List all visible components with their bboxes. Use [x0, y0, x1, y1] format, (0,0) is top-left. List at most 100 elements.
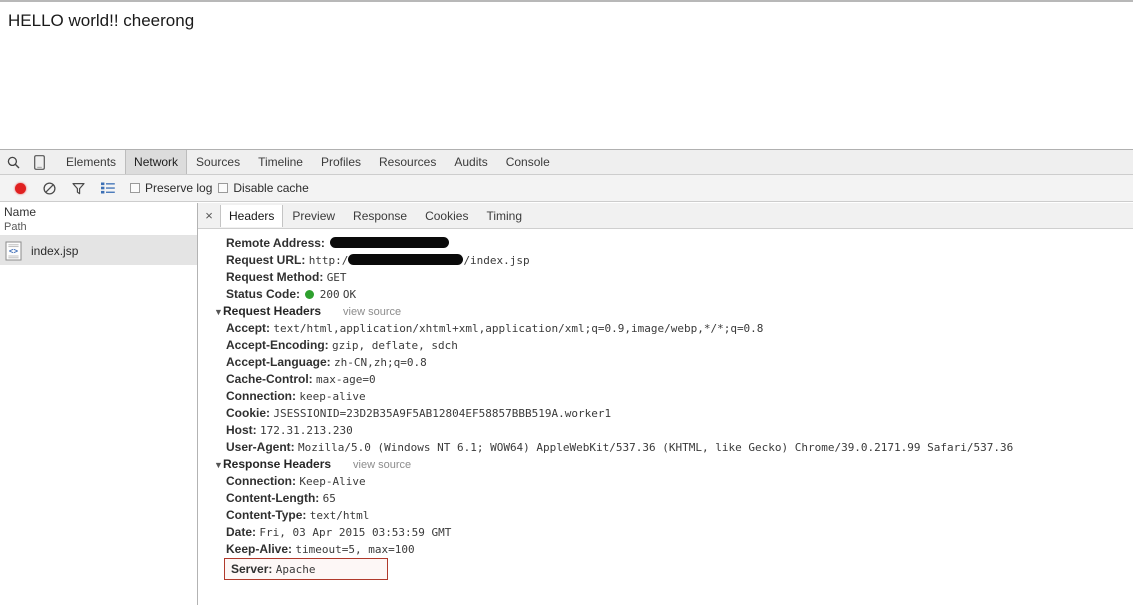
status-code-row: Status Code: 200 OK	[210, 286, 1133, 303]
document-code-icon: <>	[5, 241, 22, 260]
header-name: Content-Type:	[226, 508, 307, 522]
response-headers-view-source[interactable]: view source	[353, 459, 411, 471]
clear-icon	[43, 181, 56, 195]
clear-button[interactable]	[35, 177, 64, 199]
server-header-row: Server: Apache	[210, 558, 1133, 580]
preserve-log-checkbox[interactable]: Preserve log	[130, 181, 212, 195]
request-url-label: Request URL:	[226, 253, 306, 267]
header-row: Content-Type: text/html	[210, 507, 1133, 524]
request-url-row: Request URL: http:/ /index.jsp	[210, 252, 1133, 269]
tab-cookies[interactable]: Cookies	[416, 205, 477, 227]
tab-timing[interactable]: Timing	[477, 205, 531, 227]
header-name: Cache-Control:	[226, 372, 313, 386]
header-value: 65	[322, 492, 336, 505]
devtools-tabstrip: Elements Network Sources Timeline Profil…	[0, 150, 1133, 175]
filter-icon	[72, 182, 85, 194]
header-name: Content-Length:	[226, 491, 320, 505]
header-row: Accept-Language: zh-CN,zh;q=0.8	[210, 354, 1133, 371]
request-list-panel: Name Path <> index.jsp	[0, 203, 198, 605]
svg-text:<>: <>	[9, 246, 19, 255]
request-headers-section[interactable]: ▼Request Headers view source	[210, 303, 1133, 320]
column-header-path[interactable]: Path	[4, 220, 197, 234]
record-button[interactable]	[6, 177, 35, 199]
tab-headers[interactable]: Headers	[220, 204, 284, 227]
devtools-tab-list: Elements Network Sources Timeline Profil…	[57, 150, 559, 174]
status-ok-icon	[305, 290, 315, 299]
remote-address-label: Remote Address:	[226, 236, 325, 250]
devtools-panel: Elements Network Sources Timeline Profil…	[0, 149, 1133, 605]
request-method-row: Request Method: GET	[210, 269, 1133, 286]
chevron-down-icon: ▼	[214, 307, 223, 317]
header-value: keep-alive	[299, 390, 366, 403]
header-name: Connection:	[226, 474, 296, 488]
request-list-header: Name Path	[0, 203, 197, 236]
tab-network[interactable]: Network	[125, 150, 188, 174]
view-list-button[interactable]	[93, 177, 122, 199]
preserve-log-box	[130, 183, 140, 193]
header-row: Date: Fri, 03 Apr 2015 03:53:59 GMT	[210, 524, 1133, 541]
tab-elements[interactable]: Elements	[57, 150, 125, 174]
tab-preview[interactable]: Preview	[283, 205, 344, 227]
search-icon[interactable]	[0, 150, 26, 174]
header-value: max-age=0	[316, 373, 376, 386]
header-name: Accept-Encoding:	[226, 338, 329, 352]
request-headers-view-source[interactable]: view source	[343, 306, 401, 318]
header-value: text/html,application/xhtml+xml,applicat…	[273, 322, 764, 335]
server-header-highlight: Server: Apache	[224, 558, 388, 580]
header-row: Cache-Control: max-age=0	[210, 371, 1133, 388]
status-code-text: OK	[342, 288, 357, 301]
header-name: Server:	[231, 562, 273, 576]
header-value: timeout=5, max=100	[295, 543, 415, 556]
header-row: Connection: keep-alive	[210, 388, 1133, 405]
request-url-redaction	[348, 254, 464, 265]
header-value: JSESSIONID=23D2B35A9F5AB12804EF58857BBB5…	[273, 407, 612, 420]
response-headers-section[interactable]: ▼Response Headers view source	[210, 456, 1133, 473]
tab-timeline[interactable]: Timeline	[249, 150, 312, 174]
header-value: Keep-Alive	[299, 475, 366, 488]
request-url-path: /index.jsp	[463, 254, 530, 267]
disable-cache-checkbox[interactable]: Disable cache	[218, 181, 309, 195]
detail-tabstrip: × Headers Preview Response Cookies Timin…	[198, 203, 1133, 229]
tab-audits[interactable]: Audits	[445, 150, 496, 174]
tab-profiles[interactable]: Profiles	[312, 150, 370, 174]
response-headers-title: Response Headers	[223, 457, 332, 471]
request-row-name: index.jsp	[31, 243, 79, 258]
status-code-label: Status Code:	[226, 287, 301, 301]
request-url-scheme: http:/	[308, 254, 349, 267]
header-name: Date:	[226, 525, 257, 539]
device-toggle-icon[interactable]	[26, 150, 52, 174]
header-value: Fri, 03 Apr 2015 03:53:59 GMT	[259, 526, 452, 539]
request-row-index-jsp[interactable]: <> index.jsp	[0, 236, 197, 265]
close-icon[interactable]: ×	[198, 204, 220, 228]
headers-content: Remote Address: Request URL: http:/ /inde…	[198, 229, 1133, 605]
header-row: Keep-Alive: timeout=5, max=100	[210, 541, 1133, 558]
header-name: Accept-Language:	[226, 355, 331, 369]
column-header-name[interactable]: Name	[4, 205, 197, 220]
record-icon	[15, 182, 26, 194]
tab-resources[interactable]: Resources	[370, 150, 445, 174]
filter-button[interactable]	[64, 177, 93, 199]
page-viewport: HELLO world!! cheerong	[0, 0, 1133, 149]
header-value: 172.31.213.230	[260, 424, 353, 437]
header-value: Apache	[275, 563, 316, 576]
header-name: Keep-Alive:	[226, 542, 293, 556]
tab-sources[interactable]: Sources	[187, 150, 249, 174]
tab-response[interactable]: Response	[344, 205, 416, 227]
request-detail-panel: × Headers Preview Response Cookies Timin…	[198, 203, 1133, 605]
header-row: User-Agent: Mozilla/5.0 (Windows NT 6.1;…	[210, 439, 1133, 456]
header-name: Connection:	[226, 389, 296, 403]
status-code-value: 200	[319, 288, 340, 301]
disable-cache-box	[218, 183, 229, 193]
view-list-icon	[100, 182, 115, 194]
header-name: Cookie:	[226, 406, 271, 420]
header-value: Mozilla/5.0 (Windows NT 6.1; WOW64) Appl…	[298, 441, 1014, 454]
tab-console[interactable]: Console	[497, 150, 559, 174]
header-row: Connection: Keep-Alive	[210, 473, 1133, 490]
network-body: Name Path <> index.jsp × Headers Preview…	[0, 203, 1133, 605]
network-toolbar: Preserve log Disable cache	[0, 175, 1133, 202]
header-value: text/html	[309, 509, 370, 522]
header-row: Accept: text/html,application/xhtml+xml,…	[210, 320, 1133, 337]
page-content-text: HELLO world!! cheerong	[8, 11, 195, 30]
chevron-down-icon: ▼	[214, 460, 223, 470]
preserve-log-label: Preserve log	[145, 181, 213, 195]
